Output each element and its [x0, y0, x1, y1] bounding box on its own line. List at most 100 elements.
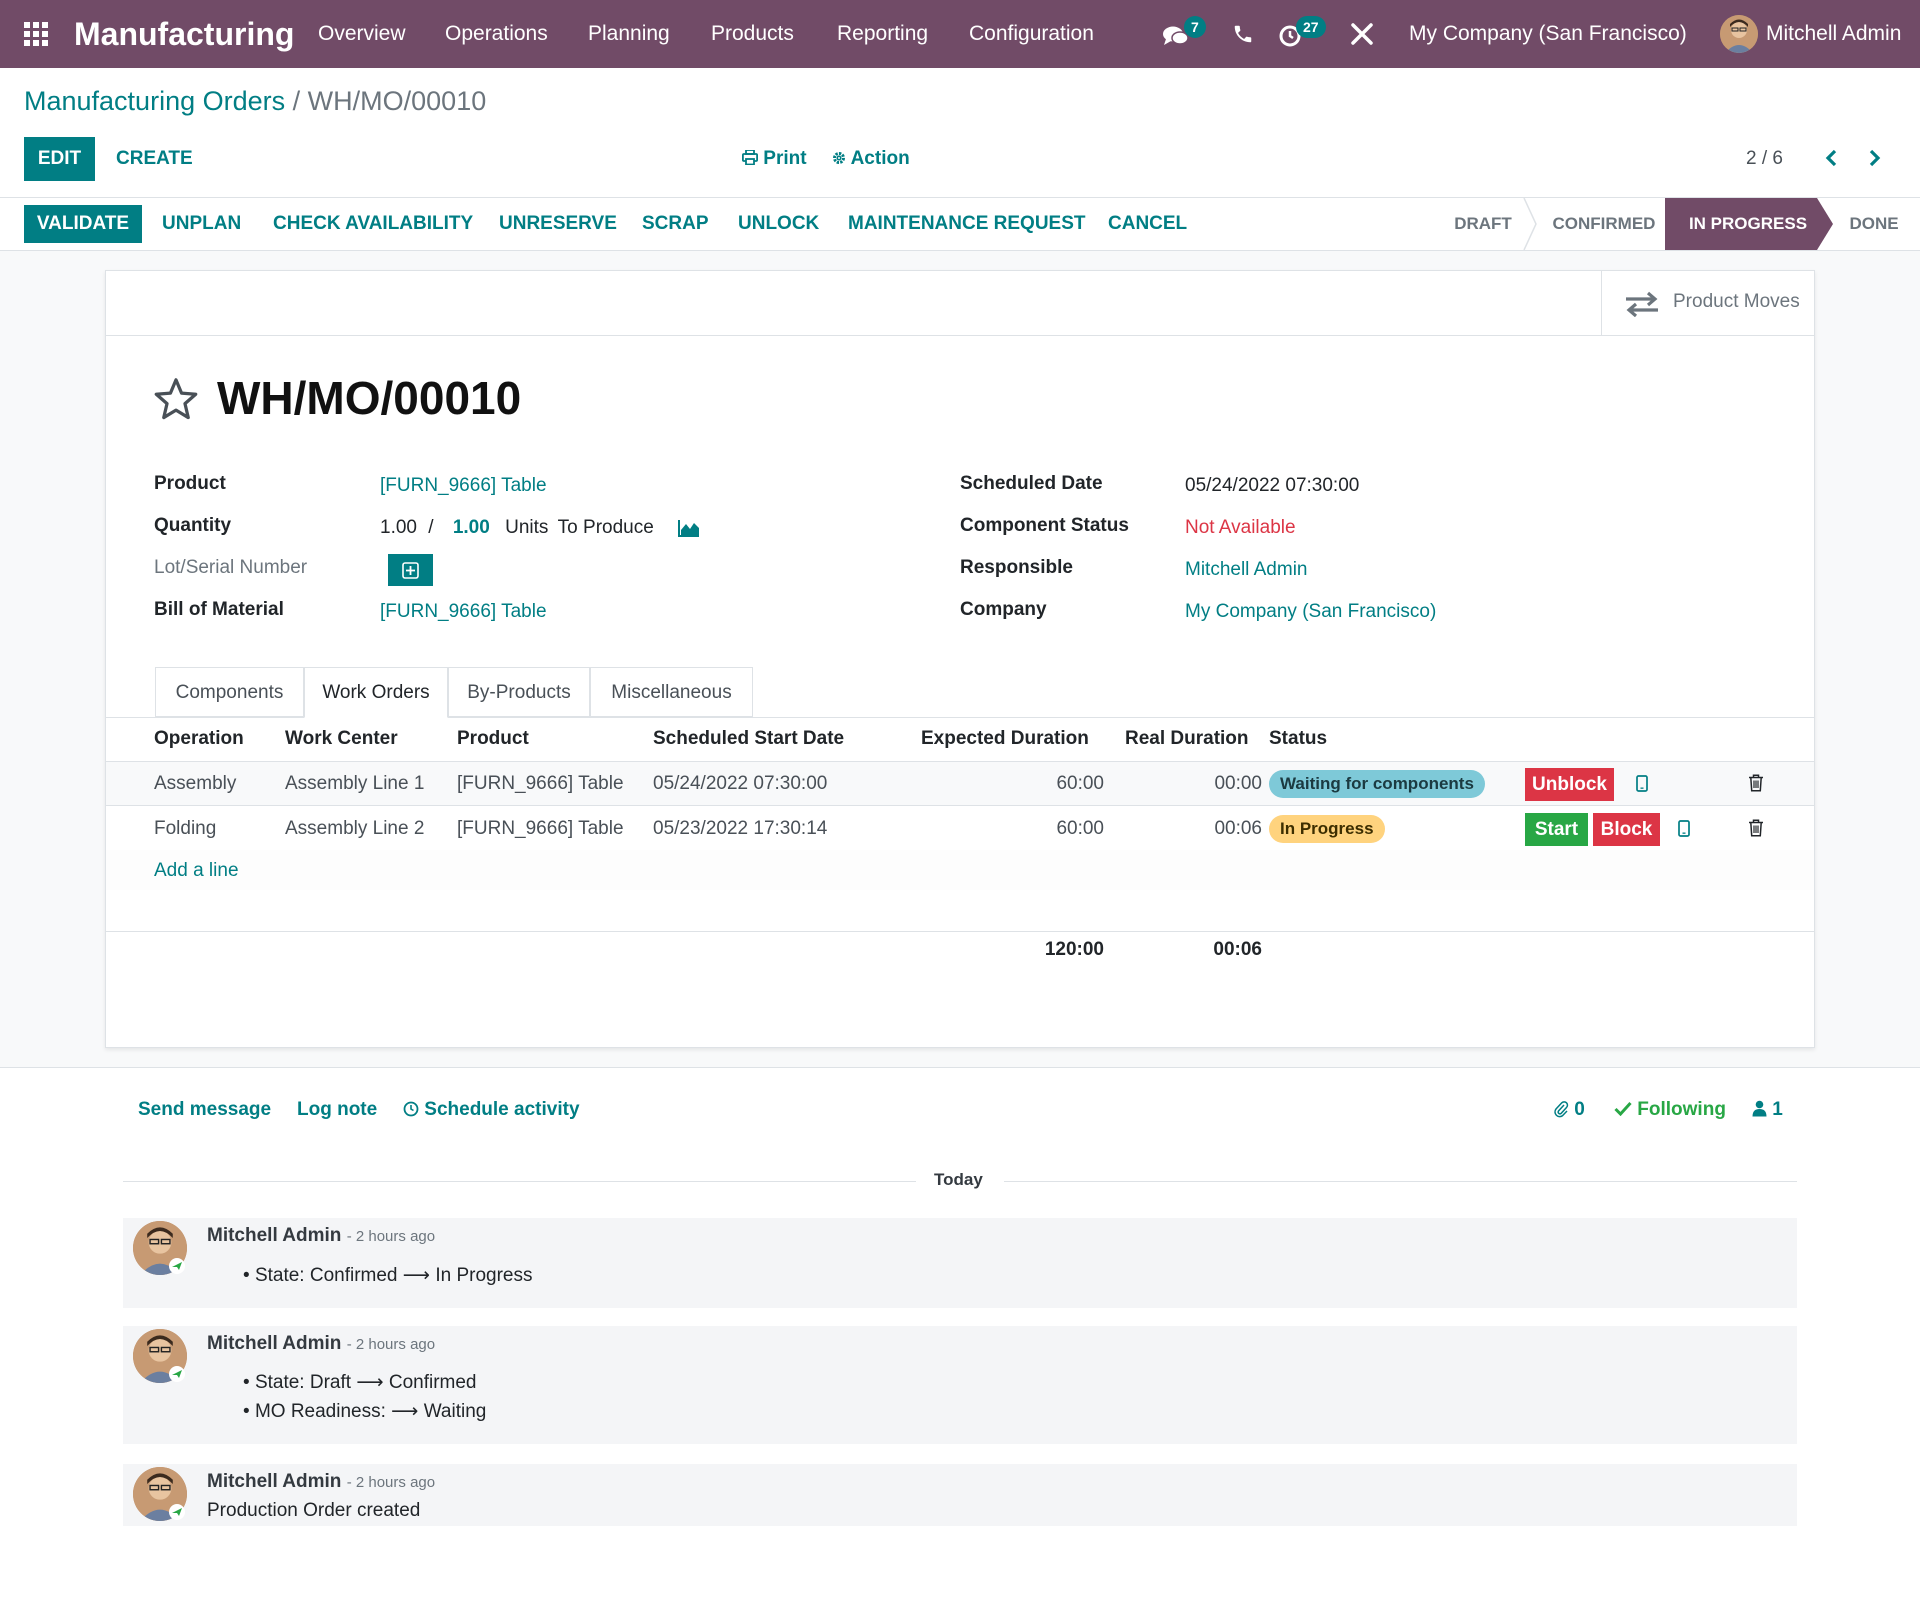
trash-icon[interactable] — [1748, 774, 1764, 792]
scrap-button[interactable]: SCRAP — [642, 198, 709, 250]
author-name[interactable]: Mitchell Admin — [207, 1333, 341, 1354]
row-operation: Folding — [154, 818, 217, 839]
company-switcher[interactable]: My Company (San Francisco) — [1409, 0, 1687, 68]
menu-reporting[interactable]: Reporting — [837, 0, 928, 68]
user-avatar[interactable] — [1720, 15, 1758, 53]
menu-planning[interactable]: Planning — [588, 0, 670, 68]
col-scheduled-start[interactable]: Scheduled Start Date — [653, 728, 844, 750]
app-name[interactable]: Manufacturing — [74, 0, 294, 68]
action-dropdown[interactable]: Action — [832, 148, 910, 170]
product-label: Product — [154, 473, 226, 494]
breadcrumb: Manufacturing Orders / WH/MO/00010 — [24, 86, 486, 117]
bom-value[interactable]: [FURN_9666] Table — [380, 601, 547, 623]
tab-miscellaneous[interactable]: Miscellaneous — [590, 667, 753, 717]
work-orders-header: Operation Work Center Product Scheduled … — [106, 718, 1814, 762]
validate-button[interactable]: VALIDATE — [24, 205, 142, 243]
message-body: Production Order created — [207, 1500, 421, 1521]
col-operation[interactable]: Operation — [154, 728, 244, 750]
lot-serial-label: Lot/Serial Number — [154, 557, 308, 578]
menu-products[interactable]: Products — [711, 0, 794, 68]
tools-icon[interactable] — [1350, 22, 1374, 46]
pager-value[interactable]: 2 / 6 — [1746, 148, 1783, 170]
quantity-produced: 1.00 — [380, 517, 417, 538]
create-button[interactable]: CREATE — [116, 148, 193, 170]
tab-components[interactable]: Components — [155, 667, 304, 717]
row-product: [FURN_9666] Table — [457, 818, 624, 839]
unreserve-button[interactable]: UNRESERVE — [499, 198, 617, 250]
lot-serial-add-button[interactable] — [388, 554, 433, 586]
col-work-center[interactable]: Work Center — [285, 728, 398, 750]
table-row[interactable]: Assembly Assembly Line 1 [FURN_9666] Tab… — [106, 762, 1814, 806]
stage-draft[interactable]: DRAFT — [1440, 198, 1526, 250]
col-real-duration[interactable]: Real Duration — [1125, 728, 1249, 750]
breadcrumb-current: WH/MO/00010 — [307, 86, 487, 116]
exchange-arrows-icon — [1626, 291, 1658, 317]
company-label: Company — [960, 599, 1047, 620]
attachments-count: 0 — [1574, 1099, 1585, 1120]
stage-done[interactable]: DONE — [1842, 198, 1906, 250]
print-dropdown[interactable]: Print — [741, 148, 807, 170]
product-value[interactable]: [FURN_9666] Table — [380, 475, 547, 497]
tablet-icon[interactable] — [1678, 820, 1690, 837]
record-title: WH/MO/00010 — [217, 372, 522, 424]
start-button[interactable]: Start — [1525, 813, 1588, 846]
activity-menu[interactable]: 27 — [1278, 16, 1338, 50]
col-status[interactable]: Status — [1269, 728, 1327, 750]
menu-configuration[interactable]: Configuration — [969, 0, 1094, 68]
product-moves-button[interactable]: Product Moves — [1601, 271, 1814, 335]
schedule-activity-button[interactable]: Schedule activity — [403, 1099, 580, 1121]
following-button[interactable]: Following — [1614, 1099, 1726, 1121]
log-note-button[interactable]: Log note — [297, 1099, 377, 1121]
chatter-divider — [0, 1067, 1920, 1068]
message-author: Mitchell Admin - 2 hours ago — [207, 1471, 435, 1493]
edit-button[interactable]: EDIT — [24, 137, 95, 181]
tab-by-products[interactable]: By-Products — [448, 667, 590, 717]
unplan-button[interactable]: UNPLAN — [162, 198, 241, 250]
menu-overview[interactable]: Overview — [318, 0, 406, 68]
responsible-value[interactable]: Mitchell Admin — [1185, 559, 1308, 581]
block-button[interactable]: Block — [1593, 813, 1660, 846]
stage-in-progress[interactable]: IN PROGRESS — [1672, 198, 1824, 250]
tracking-from: State: Confirmed — [254, 1265, 398, 1286]
maintenance-request-button[interactable]: MAINTENANCE REQUEST — [848, 198, 1086, 250]
col-product[interactable]: Product — [457, 728, 529, 750]
menu-operations[interactable]: Operations — [445, 0, 548, 68]
chevron-right-icon[interactable] — [1866, 149, 1882, 167]
attachments-button[interactable]: 0 — [1553, 1099, 1585, 1121]
followers-count: 1 — [1772, 1099, 1783, 1120]
quantity-target[interactable]: 1.00 — [453, 517, 490, 538]
tablet-icon[interactable] — [1636, 775, 1648, 792]
unblock-button[interactable]: Unblock — [1525, 768, 1614, 801]
paperclip-icon — [1554, 1101, 1569, 1118]
company-value[interactable]: My Company (San Francisco) — [1185, 601, 1436, 623]
author-name[interactable]: Mitchell Admin — [207, 1225, 341, 1246]
messaging-menu[interactable]: 7 — [1162, 16, 1218, 50]
trash-icon[interactable] — [1748, 819, 1764, 837]
user-menu[interactable]: Mitchell Admin — [1766, 0, 1901, 68]
cancel-button[interactable]: CANCEL — [1108, 198, 1187, 250]
send-message-button[interactable]: Send message — [138, 1099, 271, 1121]
tab-work-orders[interactable]: Work Orders — [304, 667, 448, 718]
tracking-from: MO Readiness: — [254, 1401, 386, 1422]
status-badge: Waiting for components — [1269, 770, 1485, 798]
unlock-button[interactable]: UNLOCK — [738, 198, 819, 250]
form-sheet: Product Moves WH/MO/00010 Product [FURN_… — [105, 270, 1815, 1048]
author-name[interactable]: Mitchell Admin — [207, 1471, 341, 1492]
chevron-left-icon[interactable] — [1824, 149, 1840, 167]
date-separator-line-left — [123, 1181, 916, 1182]
stage-confirmed[interactable]: CONFIRMED — [1540, 198, 1668, 250]
message-author: Mitchell Admin - 2 hours ago — [207, 1225, 435, 1247]
followers-button[interactable]: 1 — [1752, 1099, 1783, 1121]
add-line-link[interactable]: Add a line — [154, 860, 239, 882]
forecast-chart-icon[interactable] — [678, 519, 700, 537]
check-availability-button[interactable]: CHECK AVAILABILITY — [273, 198, 473, 250]
plane-icon — [169, 1366, 185, 1382]
row-start-date: 05/24/2022 07:30:00 — [653, 773, 828, 794]
breadcrumb-parent[interactable]: Manufacturing Orders — [24, 86, 285, 116]
star-icon[interactable] — [153, 377, 199, 421]
phone-icon[interactable] — [1232, 23, 1254, 45]
app-switcher-icon[interactable] — [24, 22, 48, 46]
table-row[interactable]: Folding Assembly Line 2 [FURN_9666] Tabl… — [106, 806, 1814, 850]
col-expected-duration[interactable]: Expected Duration — [921, 728, 1089, 750]
row-work-center: Assembly Line 2 — [285, 818, 425, 839]
